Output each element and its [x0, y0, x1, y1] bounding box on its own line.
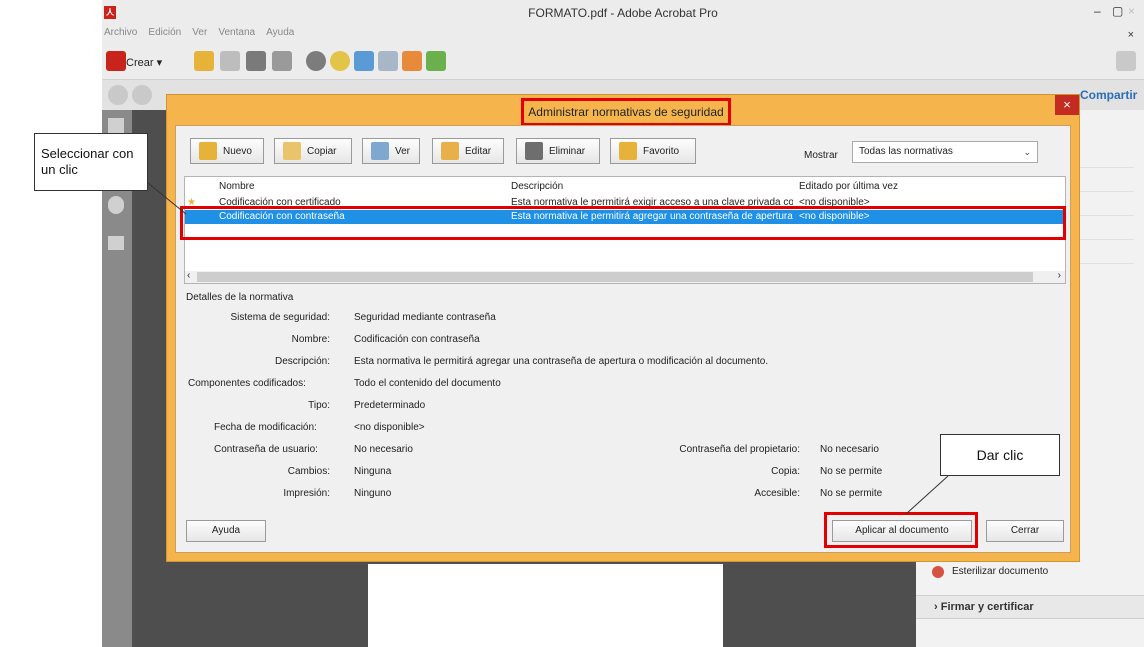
pdf-page [368, 564, 723, 647]
dialog-title: Administrar normativas de seguridad [521, 98, 731, 126]
window-close-button[interactable]: × [1128, 4, 1135, 18]
accesible-label: Accesible: [754, 488, 800, 499]
stamp-icon[interactable] [354, 51, 374, 71]
edit-icon [441, 142, 459, 160]
details-header: Detalles de la normativa [186, 292, 294, 303]
crear-icon[interactable] [106, 51, 126, 71]
sistema-label: Sistema de seguridad: [230, 312, 330, 323]
copia-value: No se permite [820, 466, 883, 477]
column-header-descripcion[interactable]: Descripción [511, 181, 563, 192]
favorito-button[interactable]: Favorito [610, 138, 696, 164]
main-toolbar: Crear ▾ [102, 42, 1144, 80]
cambios-label: Cambios: [287, 466, 330, 477]
attachments-icon[interactable] [108, 196, 124, 214]
descripcion-value: Esta normativa le permitirá agregar una … [354, 356, 769, 367]
security-policies-dialog: Administrar normativas de seguridad × Nu… [166, 94, 1080, 562]
compartir-tab[interactable]: Compartir [1080, 88, 1137, 102]
copiar-button[interactable]: Copiar [274, 138, 352, 164]
apply-button-highlight [824, 512, 978, 548]
scroll-left-icon[interactable]: ‹ [187, 270, 190, 281]
save-icon[interactable] [220, 51, 240, 71]
view-icon [371, 142, 389, 160]
next-page-icon[interactable] [132, 85, 152, 105]
pw-usuario-value: No necesario [354, 444, 413, 455]
share-icon[interactable] [426, 51, 446, 71]
document-icon[interactable] [378, 51, 398, 71]
componentes-value: Todo el contenido del documento [354, 378, 501, 389]
open-folder-icon[interactable] [194, 51, 214, 71]
copia-label: Copia: [771, 466, 800, 477]
accesible-value: No se permite [820, 488, 883, 499]
impresion-value: Ninguno [354, 488, 392, 499]
tipo-label: Tipo: [308, 400, 330, 411]
menu-ayuda[interactable]: Ayuda [266, 24, 294, 42]
favorite-star-icon [619, 142, 637, 160]
fecha-value: <no disponible> [354, 422, 425, 433]
esterilizar-documento-item[interactable]: Esterilizar documento [952, 566, 1048, 577]
cerrar-button[interactable]: Cerrar [986, 520, 1064, 542]
column-header-editado[interactable]: Editado por última vez [799, 181, 898, 192]
policy-details: Detalles de la normativa Sistema de segu… [184, 288, 1066, 508]
dialog-body: Nuevo Copiar Ver Editar Eliminar Favorit… [175, 125, 1071, 553]
dialog-close-button[interactable]: × [1055, 95, 1079, 115]
mostrar-label: Mostrar [804, 150, 838, 161]
componentes-label: Componentes codificados: [188, 378, 306, 389]
sistema-value: Seguridad mediante contraseña [354, 312, 496, 323]
editar-button[interactable]: Editar [432, 138, 504, 164]
ver-button[interactable]: Ver [362, 138, 420, 164]
title-bar: 人 FORMATO.pdf - Adobe Acrobat Pro – ▢ × [102, 0, 1144, 24]
previous-page-icon[interactable] [108, 85, 128, 105]
impresion-label: Impresión: [283, 488, 330, 499]
chevron-down-icon: ⌄ [1023, 147, 1031, 157]
mostrar-select[interactable]: Todas las normativas ⌄ [852, 141, 1038, 163]
menu-ventana[interactable]: Ventana [218, 24, 255, 42]
menu-archivo[interactable]: Archivo [104, 24, 137, 42]
horizontal-scrollbar[interactable]: ‹ › [185, 270, 1065, 283]
trash-icon [525, 142, 543, 160]
selected-row-highlight [180, 206, 1066, 240]
menu-bar: Archivo Edición Ver Ventana Ayuda × [102, 24, 1144, 42]
settings-icon[interactable] [306, 51, 326, 71]
signatures-icon[interactable] [108, 236, 124, 250]
comment-icon[interactable] [330, 51, 350, 71]
minimize-button[interactable]: – [1094, 4, 1101, 18]
scroll-right-icon[interactable]: › [1058, 270, 1061, 281]
pw-propietario-label: Contraseña del propietario: [679, 444, 800, 455]
firmar-y-certificar-section[interactable]: › Firmar y certificar [916, 595, 1144, 619]
column-header-nombre[interactable]: Nombre [219, 181, 255, 192]
export-icon[interactable] [402, 51, 422, 71]
descripcion-label: Descripción: [274, 356, 330, 367]
seleccionar-callout: Seleccionar con un clic [34, 133, 148, 191]
email-icon[interactable] [272, 51, 292, 71]
tipo-value: Predeterminado [354, 400, 426, 411]
pw-propietario-value: No necesario [820, 444, 879, 455]
expand-icon[interactable] [1116, 51, 1136, 71]
maximize-button[interactable]: ▢ [1112, 4, 1123, 18]
nombre-label: Nombre: [291, 334, 330, 345]
fecha-label: Fecha de modificación: [214, 422, 317, 433]
pw-usuario-label: Contraseña de usuario: [214, 444, 318, 455]
menu-edicion[interactable]: Edición [148, 24, 181, 42]
window-title: FORMATO.pdf - Adobe Acrobat Pro [528, 6, 718, 20]
ayuda-button[interactable]: Ayuda [186, 520, 266, 542]
menu-ver[interactable]: Ver [192, 24, 207, 42]
nuevo-button[interactable]: Nuevo [190, 138, 264, 164]
new-policy-icon [199, 142, 217, 160]
nombre-value: Codificación con contraseña [354, 334, 480, 345]
eliminar-button[interactable]: Eliminar [516, 138, 600, 164]
esterilizar-icon [932, 566, 944, 578]
dialog-title-bar: Administrar normativas de seguridad × [167, 95, 1081, 126]
print-icon[interactable] [246, 51, 266, 71]
cambios-value: Ninguna [354, 466, 392, 477]
dar-clic-callout: Dar clic [940, 434, 1060, 476]
copy-icon [283, 142, 301, 160]
scrollbar-thumb[interactable] [197, 272, 1033, 282]
crear-button[interactable]: Crear ▾ [126, 56, 162, 69]
